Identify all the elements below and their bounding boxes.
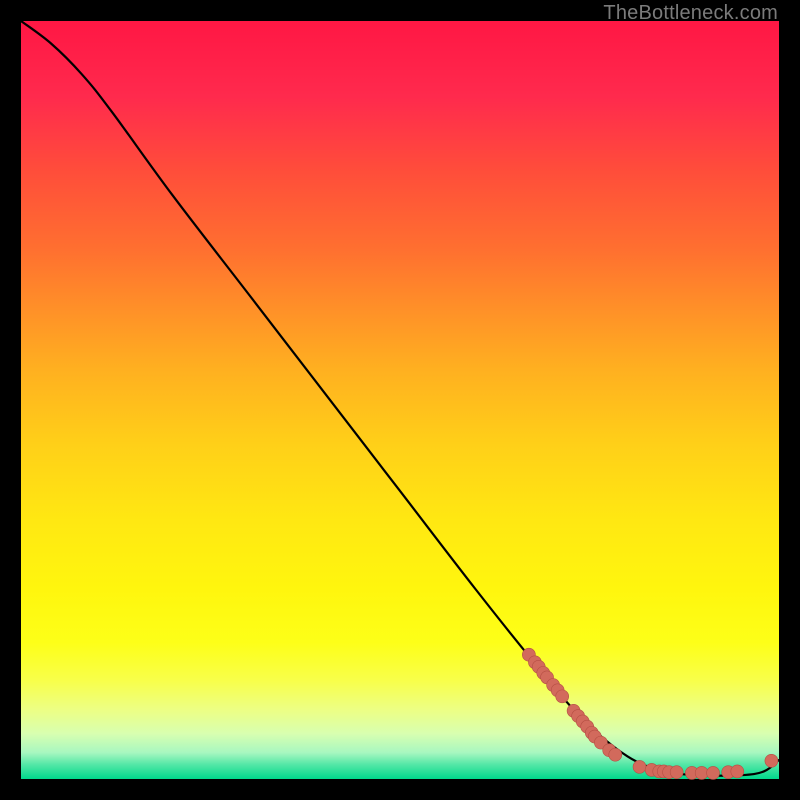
curve-data-points [522,648,778,779]
data-point [633,760,646,773]
chart-stage: TheBottleneck.com [0,0,800,800]
data-point [556,690,569,703]
data-point [670,766,683,779]
data-point [765,754,778,767]
data-point [695,766,708,779]
bottleneck-curve [21,21,779,776]
watermark-text: TheBottleneck.com [603,2,778,25]
chart-overlay [21,21,779,779]
data-point [707,766,720,779]
data-point [731,765,744,778]
data-point [609,748,622,761]
